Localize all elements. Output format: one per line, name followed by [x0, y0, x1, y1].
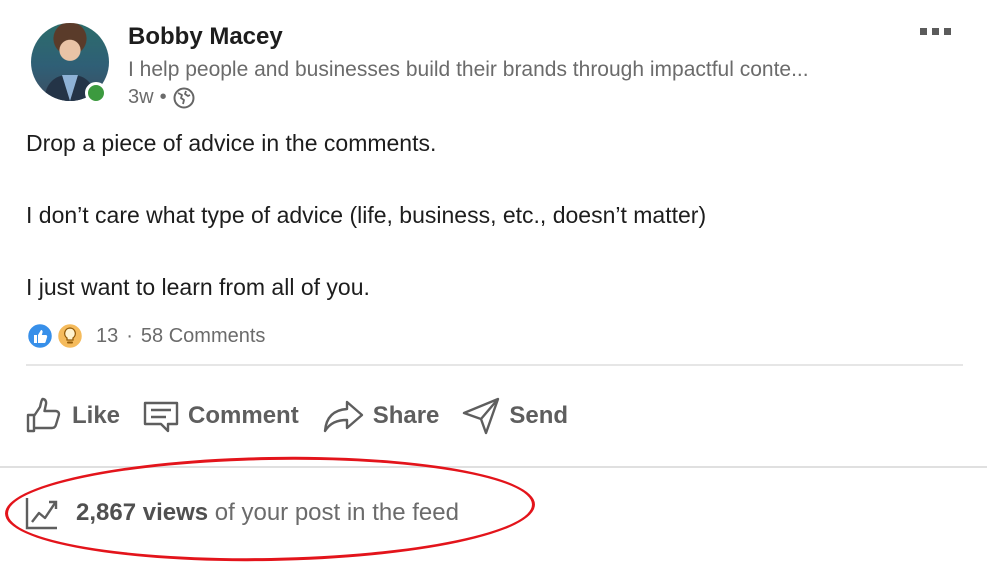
more-dot [944, 28, 951, 35]
more-dot [932, 28, 939, 35]
comments-count[interactable]: 58 Comments [141, 325, 266, 348]
author-name[interactable]: Bobby Macey [128, 23, 283, 51]
send-icon [463, 397, 500, 435]
share-arrow-icon [323, 400, 363, 433]
divider [26, 364, 963, 366]
comment-icon [143, 401, 179, 433]
send-label: Send [509, 402, 569, 429]
like-label: Like [72, 402, 121, 429]
post-text-line-3: I just want to learn from all of you. [26, 274, 370, 300]
post-time: 3w [128, 86, 154, 108]
more-options-button[interactable] [920, 28, 951, 35]
comment-button[interactable]: Comment [142, 397, 299, 435]
like-reaction-icon [26, 322, 54, 350]
meta-separator: • [159, 86, 167, 108]
more-dot [920, 28, 927, 35]
reactions-bar[interactable]: 13 · 58 Comments [26, 322, 265, 350]
globe-icon [173, 87, 195, 108]
highlight-annotation-oval [4, 452, 536, 566]
share-label: Share [372, 402, 440, 429]
reaction-separator: · [126, 324, 133, 347]
insightful-reaction-icon [56, 322, 84, 350]
like-button[interactable]: Like [24, 396, 120, 436]
online-status-indicator [85, 82, 107, 104]
share-button[interactable]: Share [321, 397, 440, 435]
comment-label: Comment [188, 402, 299, 429]
post-text-line-2: I don’t care what type of advice (life, … [26, 202, 707, 228]
post-actions: Like Comment Share Send [24, 396, 590, 436]
thumbs-up-icon [26, 397, 61, 433]
author-headline: I help people and businesses build their… [128, 58, 809, 81]
post-meta: 3w • [128, 86, 195, 109]
post-text-line-1: Drop a piece of advice in the comments. [26, 130, 437, 156]
send-button[interactable]: Send [461, 396, 568, 436]
reaction-count[interactable]: 13 [96, 325, 118, 348]
